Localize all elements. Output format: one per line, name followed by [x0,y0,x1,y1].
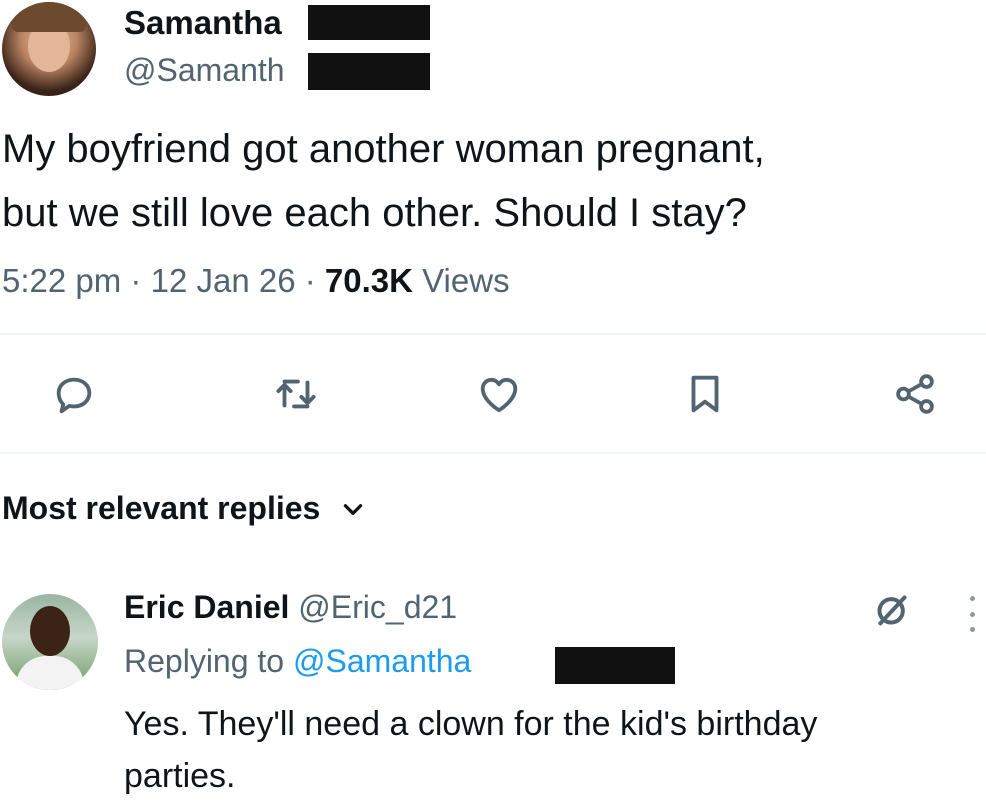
reply-text: Yes. They'll need a clown for the kid's … [124,698,974,802]
reply-text-line: Yes. They'll need a clown for the kid's … [124,705,818,743]
meta-separator: · [304,262,325,299]
tweet-date[interactable]: 12 Jan 26 [151,262,296,299]
bookmark-button[interactable] [677,366,733,422]
tweet-meta: 5:22 pm · 12 Jan 26 · 70.3K Views [2,262,510,300]
reply-author-name[interactable]: Eric Daniel [124,589,289,625]
views-label: Views [422,262,510,299]
heart-icon [480,377,518,413]
share-icon [896,374,934,414]
author-name[interactable]: Samantha [124,4,282,42]
grok-button[interactable] [872,590,912,630]
tweet-text-line: My boyfriend got another woman pregnant, [2,127,765,171]
reply-button[interactable] [46,366,102,422]
grok-icon [877,595,907,626]
meta-separator: · [130,262,151,299]
replying-to: Replying to @Samantha [124,643,471,680]
reply-author-handle[interactable]: @Eric_d21 [298,589,457,625]
reply-author-avatar[interactable] [2,594,98,690]
bookmark-icon [691,375,719,413]
reply-text-line: parties. [124,757,236,795]
redaction-bar [308,5,430,40]
author-avatar[interactable] [2,2,96,96]
views-count: 70.3K [324,262,413,299]
redaction-bar [555,647,675,684]
divider [0,452,986,454]
like-button[interactable] [471,366,527,422]
more-options-icon[interactable] [966,596,978,632]
tweet-time[interactable]: 5:22 pm [2,262,121,299]
divider [0,333,986,335]
replies-sort-dropdown[interactable]: Most relevant replies [2,490,366,527]
tweet-text-line: but we still love each other. Should I s… [2,191,747,235]
author-handle[interactable]: @Samanth [124,52,285,89]
reply-icon [56,377,92,414]
reply-author-line: Eric Daniel @Eric_d21 [124,589,457,626]
replying-to-handle[interactable]: @Samantha [293,643,471,679]
replying-to-label: Replying to [124,643,285,679]
share-button[interactable] [887,366,943,422]
retweet-button[interactable] [268,366,324,422]
retweet-icon [276,379,316,409]
redaction-bar [308,53,430,90]
chevron-down-icon [344,503,363,515]
tweet-text: My boyfriend got another woman pregnant,… [2,117,982,245]
replies-sort-label: Most relevant replies [2,490,321,526]
